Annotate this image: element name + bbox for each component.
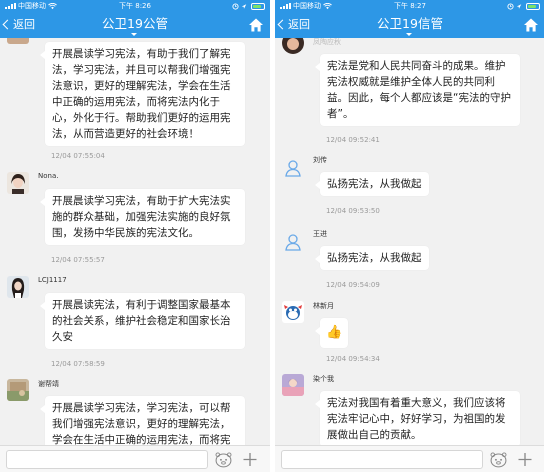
input-bar — [0, 445, 270, 472]
message-input[interactable] — [6, 450, 208, 469]
emoji-icon[interactable] — [214, 450, 233, 469]
avatar[interactable] — [282, 374, 304, 396]
status-bar: 中国移动 下午 8:27 — [275, 0, 544, 12]
chat-screen-left: 中国移动 下午 8:26 返回 公卫19公管 开展晨读学习宪法，有助于我们了解宪… — [0, 0, 270, 472]
message-input[interactable] — [281, 450, 483, 469]
nav-bar: 返回 公卫19信管 — [275, 12, 544, 38]
avatar[interactable] — [282, 231, 304, 253]
sender-name: 染个我 — [313, 375, 334, 383]
chat-screen-right: 中国移动 下午 8:27 返回 公卫19信管 凤陶应秋 宪法是党和人民共同奋斗的… — [275, 0, 544, 472]
plus-icon[interactable] — [239, 450, 261, 469]
status-right — [506, 0, 540, 12]
home-icon[interactable] — [523, 17, 539, 33]
input-bar — [275, 445, 544, 472]
message-time: 12/04 07:55:04 — [51, 152, 105, 160]
message-bubble[interactable]: 👍 — [314, 318, 349, 348]
alarm-icon — [506, 2, 514, 10]
message-bubble[interactable]: 宪法是党和人民共同奋斗的成果。维护宪法权威就是维护全体人民的共同利益。因此，每个… — [315, 54, 520, 126]
message-bubble[interactable]: 弘扬宪法，从我做起 — [315, 172, 429, 196]
message-bubble[interactable]: 开展晨读学习宪法，学习宪法，可以帮我们增强宪法意识，更好的理解宪法，学会在生活中… — [40, 396, 245, 445]
battery-icon — [526, 2, 540, 10]
sender-name: Nona. — [38, 172, 59, 180]
message-bubble[interactable]: 弘扬宪法，从我做起 — [315, 246, 429, 270]
location-icon — [241, 3, 247, 9]
avatar[interactable] — [282, 38, 304, 54]
sender-name: 谢帮靖 — [38, 380, 59, 388]
avatar[interactable] — [282, 301, 304, 323]
message-time: 12/04 09:54:34 — [326, 355, 380, 363]
message-bubble[interactable]: 开展晨读学习宪法，有助于我们了解宪法，学习宪法，并且可以帮我们增强宪法意识，更好… — [40, 42, 245, 146]
status-time: 下午 8:26 — [119, 2, 151, 10]
sender-name: 刘传 — [313, 156, 327, 164]
message-bubble[interactable]: 宪法对我国有着重大意义，我们应该将宪法牢记心中，好好学习，为祖国的发展做出自己的… — [315, 391, 520, 445]
sender-name: 凤陶应秋 — [313, 38, 341, 46]
message-bubble[interactable]: 开展晨读宪法，有利于调整国家最基本的社会关系，维护社会稳定和国家长治久安 — [40, 293, 245, 349]
avatar[interactable] — [7, 172, 29, 194]
message-time: 12/04 09:54:09 — [326, 281, 380, 289]
status-right — [231, 0, 265, 12]
status-time: 下午 8:27 — [394, 2, 426, 10]
message-time: 12/04 07:55:57 — [51, 256, 105, 264]
home-icon[interactable] — [248, 17, 264, 33]
avatar[interactable] — [282, 157, 304, 179]
avatar[interactable] — [7, 276, 29, 298]
sender-name: 林新月 — [313, 302, 334, 310]
message-time: 12/04 09:52:41 — [326, 136, 380, 144]
avatar[interactable] — [7, 38, 29, 44]
message-time: 12/04 09:53:50 — [326, 207, 380, 215]
status-bar: 中国移动 下午 8:26 — [0, 0, 270, 12]
sender-name: LCJ1117 — [38, 276, 67, 284]
message-bubble[interactable]: 开展晨读学习宪法，有助于扩大宪法实施的群众基础，加强宪法实施的良好氛围，发扬中华… — [40, 189, 245, 245]
emoji-icon[interactable] — [489, 450, 508, 469]
plus-icon[interactable] — [514, 450, 536, 469]
message-list[interactable]: 开展晨读学习宪法，有助于我们了解宪法，学习宪法，并且可以帮我们增强宪法意识，更好… — [0, 38, 270, 445]
alarm-icon — [231, 2, 239, 10]
location-icon — [516, 3, 522, 9]
sender-name: 王进 — [313, 230, 327, 238]
nav-bar: 返回 公卫19公管 — [0, 12, 270, 38]
message-list[interactable]: 凤陶应秋 宪法是党和人民共同奋斗的成果。维护宪法权威就是维护全体人民的共同利益。… — [275, 38, 544, 445]
title-dropdown-icon[interactable] — [131, 33, 137, 36]
avatar[interactable] — [7, 379, 29, 401]
title-dropdown-icon[interactable] — [406, 33, 412, 36]
message-time: 12/04 07:58:59 — [51, 360, 105, 368]
battery-icon — [251, 2, 265, 10]
